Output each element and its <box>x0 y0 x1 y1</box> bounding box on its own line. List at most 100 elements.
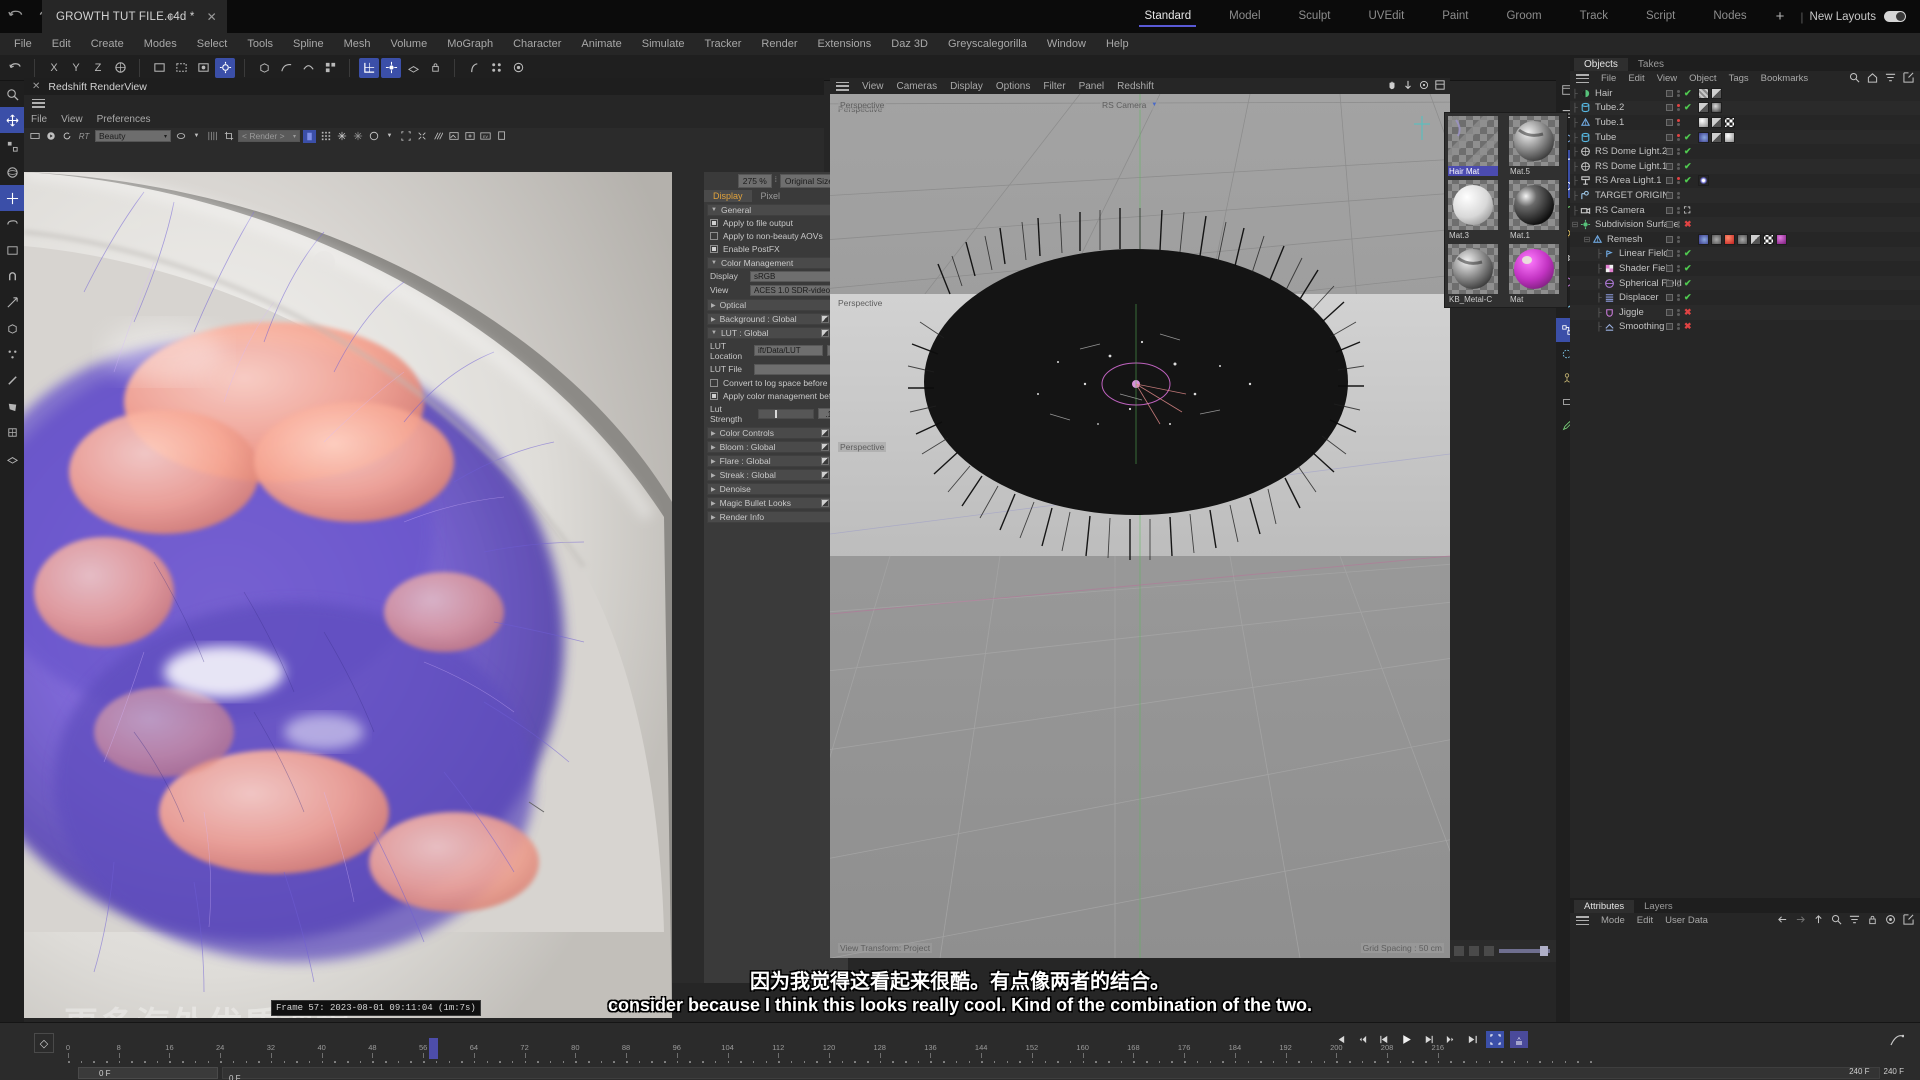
fit-region-icon[interactable] <box>399 130 412 143</box>
tree-expander-icon[interactable]: ├ <box>1570 162 1580 171</box>
layout-quad-icon[interactable] <box>1484 946 1494 956</box>
object-row[interactable]: ⊟ Subdivision Surface ✖ <box>1570 217 1920 232</box>
add-snapshot-icon[interactable] <box>463 130 476 143</box>
visibility-dots-icon[interactable] <box>1677 89 1680 97</box>
material-preview-swatch[interactable] <box>1448 244 1498 294</box>
edit-tag-box-icon[interactable] <box>1666 148 1673 156</box>
layout-split-icon[interactable] <box>1469 946 1479 956</box>
viewport-menu-view[interactable]: View <box>862 81 884 92</box>
menu-item-render[interactable]: Render <box>751 33 807 55</box>
undo-view-icon[interactable] <box>0 211 24 237</box>
visibility-dots-icon[interactable] <box>1677 294 1680 302</box>
close-icon[interactable]: ✕ <box>32 81 40 92</box>
cube-primitive-icon[interactable] <box>254 58 274 78</box>
object-name-label[interactable]: Remesh <box>1607 234 1642 245</box>
render-dropdown[interactable]: < Render > ▾ <box>238 130 300 142</box>
edit-tag-box-icon[interactable] <box>1666 133 1673 141</box>
render-start-icon[interactable] <box>28 130 41 143</box>
rendered-image-canvas[interactable]: 更多海外优质课程 www.cgita.com <box>24 172 672 1018</box>
object-name-label[interactable]: TARGET ORIGIN <box>1595 190 1669 201</box>
menu-item-select[interactable]: Select <box>187 33 238 55</box>
enable-box-icon[interactable] <box>821 499 829 507</box>
material-cell[interactable]: Mat.5 <box>1509 116 1559 176</box>
color-circle-icon[interactable] <box>367 130 380 143</box>
rotate-view-icon[interactable] <box>1419 80 1429 93</box>
popout-icon[interactable] <box>1903 71 1914 86</box>
layout-tab-model[interactable]: Model <box>1210 0 1279 33</box>
compare-icon[interactable] <box>431 130 444 143</box>
menu-item-modes[interactable]: Modes <box>134 33 187 55</box>
field-icon[interactable] <box>508 58 528 78</box>
object-name-label[interactable]: Smoothing <box>1619 321 1664 332</box>
camera-active-icon[interactable]: ⛶ <box>1684 205 1690 216</box>
layout-tab-nodes[interactable]: Nodes <box>1694 0 1765 33</box>
object-row[interactable]: ├ Tube ✔ <box>1570 129 1920 145</box>
visibility-dots-icon[interactable] <box>1677 162 1680 170</box>
apply-cm-checkbox[interactable] <box>710 391 718 400</box>
tab-takes[interactable]: Takes <box>1628 58 1674 71</box>
tab-attributes[interactable]: Attributes <box>1574 900 1635 913</box>
enable-box-icon[interactable] <box>821 429 829 437</box>
new-layouts-label[interactable]: New Layouts <box>1810 11 1884 23</box>
record-icon[interactable] <box>1885 914 1896 928</box>
maximize-view-icon[interactable] <box>1435 79 1445 93</box>
renderview-menu-preferences[interactable]: Preferences <box>97 114 151 125</box>
new-document-tab-button[interactable]: + <box>166 9 175 26</box>
section-flare[interactable]: ▶ Flare : Global <box>707 455 845 467</box>
tree-expander-icon[interactable]: ├ <box>1570 103 1580 112</box>
visibility-dots-icon[interactable] <box>1677 250 1680 258</box>
section-lut[interactable]: ▼ LUT : Global <box>707 327 845 339</box>
visibility-dots-icon[interactable] <box>1677 235 1680 243</box>
convert-log-checkbox[interactable] <box>710 378 718 387</box>
object-name-label[interactable]: Displacer <box>1619 292 1659 303</box>
menu-item-volume[interactable]: Volume <box>381 33 438 55</box>
move-axis-icon[interactable] <box>0 289 24 315</box>
material-name-label[interactable]: Hair Mat <box>1448 166 1498 176</box>
menu-item-animate[interactable]: Animate <box>571 33 631 55</box>
section-color-controls[interactable]: ▶ Color Controls <box>707 427 845 439</box>
edit-tag-box-icon[interactable] <box>1666 118 1673 126</box>
section-color-management[interactable]: ▼ Color Management <box>707 257 845 269</box>
tree-expander-icon[interactable]: ├ <box>1570 118 1580 127</box>
tag-corner-icon[interactable] <box>1698 102 1709 114</box>
object-row[interactable]: ├ TARGET ORIGIN <box>1570 188 1920 203</box>
zoom-stepper-icon[interactable]: ⁞ <box>775 177 777 184</box>
object-name-label[interactable]: Hair <box>1595 88 1612 99</box>
pan-view-icon[interactable] <box>1387 80 1397 93</box>
chevron-down-2-icon[interactable]: ▼ <box>383 130 396 143</box>
object-name-label[interactable]: Linear Field <box>1619 248 1669 259</box>
workplane-mode-icon[interactable] <box>0 445 24 471</box>
tag-red-icon[interactable] <box>1724 233 1735 245</box>
attributes-menu-userdata[interactable]: User Data <box>1665 915 1708 926</box>
object-row[interactable]: ├ RS Dome Light.1 ✔ <box>1570 158 1920 174</box>
layout-single-icon[interactable] <box>1454 946 1464 956</box>
object-name-label[interactable]: RS Area Light.1 <box>1595 175 1662 186</box>
objects-menu-tags[interactable]: Tags <box>1729 73 1749 84</box>
checkbox-apply-to-file-output[interactable] <box>710 218 718 227</box>
lut-location-input[interactable]: ift/Data/LUT <box>754 345 824 356</box>
tree-expander-icon[interactable]: ├ <box>1594 264 1604 273</box>
convert-log-row[interactable]: Convert to log space before app <box>704 376 848 389</box>
lock-icon[interactable] <box>1867 914 1878 928</box>
visibility-dots-icon[interactable] <box>1677 323 1680 331</box>
texture-mode-icon[interactable] <box>0 419 24 445</box>
viewport-menu-panel[interactable]: Panel <box>1079 81 1105 92</box>
tree-expander-icon[interactable]: ├ <box>1570 206 1580 215</box>
render-settings-icon[interactable] <box>215 57 235 78</box>
render-play-icon[interactable] <box>44 130 57 143</box>
object-name-label[interactable]: RS Dome Light.2 <box>1595 146 1667 157</box>
object-name-label[interactable]: Jiggle <box>1619 307 1644 318</box>
go-to-end-icon[interactable] <box>1464 1032 1480 1048</box>
home-icon[interactable] <box>1867 72 1878 86</box>
lock-workplane-icon[interactable] <box>425 58 445 78</box>
menu-item-spline[interactable]: Spline <box>283 33 334 55</box>
attributes-menu-edit[interactable]: Edit <box>1637 915 1653 926</box>
viewport-menu-redshift[interactable]: Redshift <box>1117 81 1154 92</box>
zoom-level-field[interactable]: 275 % <box>737 173 772 188</box>
filter-icon[interactable] <box>1885 72 1896 86</box>
mograph-cloner-icon[interactable] <box>486 58 506 78</box>
object-row[interactable]: ├ Jiggle ✖ <box>1570 304 1920 320</box>
go-to-start-icon[interactable] <box>1332 1032 1348 1048</box>
tag-field-icon[interactable] <box>1698 131 1709 143</box>
menu-item-create[interactable]: Create <box>81 33 134 55</box>
